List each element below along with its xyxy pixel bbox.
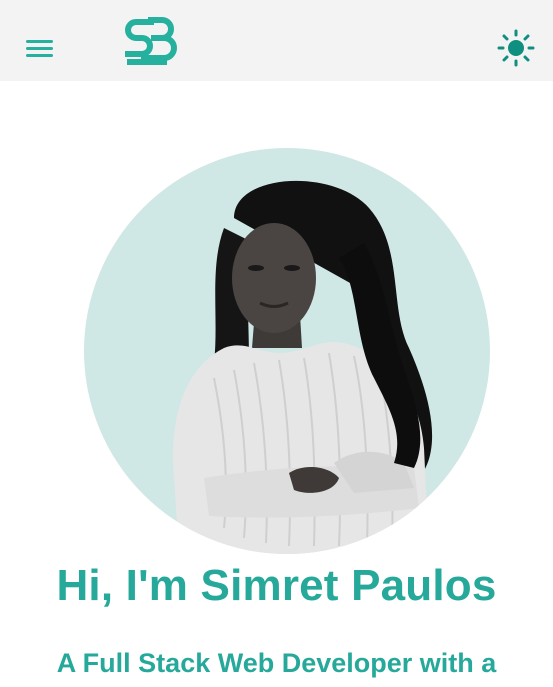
hero-section: Hi, I'm Simret Paulos A Full Stack Web D…: [0, 81, 553, 687]
menu-bar-bottom: [26, 54, 53, 57]
portrait-photo: [173, 180, 433, 554]
menu-bar-middle: [26, 47, 53, 50]
sun-icon[interactable]: [497, 29, 535, 67]
hero-title: Hi, I'm Simret Paulos: [56, 561, 497, 610]
sb-logo-icon[interactable]: [124, 14, 180, 68]
profile-avatar: [84, 148, 490, 554]
hero-subtitle: A Full Stack Web Developer with a: [56, 648, 497, 678]
menu-bar-top: [26, 40, 53, 43]
top-nav-bar: [0, 0, 553, 81]
menu-button[interactable]: [22, 34, 56, 62]
